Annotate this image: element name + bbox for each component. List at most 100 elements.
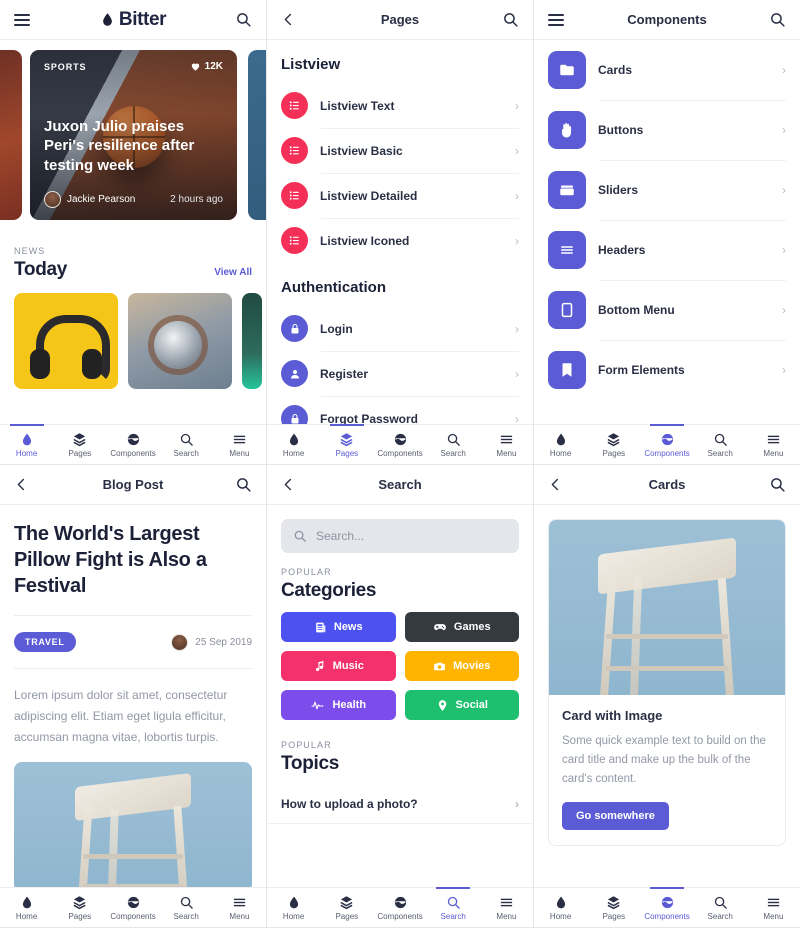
nav-item-home[interactable]: Home bbox=[267, 888, 320, 927]
category-games[interactable]: Games bbox=[404, 612, 519, 642]
list-item-login[interactable]: Login › bbox=[267, 306, 533, 351]
thumbnail-headphones-silver[interactable] bbox=[128, 293, 232, 389]
list-item-label: Forgot Password bbox=[320, 411, 419, 425]
nav-item-components[interactable]: Components bbox=[106, 888, 159, 927]
nav-item-home[interactable]: Home bbox=[0, 424, 53, 464]
nav-item-home[interactable]: Home bbox=[534, 425, 587, 464]
nav-item-components[interactable]: Components bbox=[106, 425, 159, 464]
list-item-bottom-menu[interactable]: Bottom Menu › bbox=[534, 280, 800, 340]
nav-item-pages[interactable]: Pages bbox=[320, 888, 373, 927]
back-chevron-icon[interactable] bbox=[14, 477, 29, 492]
nav-label: Menu bbox=[763, 448, 784, 458]
list-item-label: Listview Text bbox=[320, 98, 395, 113]
list-item-listview-detailed[interactable]: Listview Detailed › bbox=[267, 173, 533, 218]
list-item-label: Bottom Menu bbox=[598, 303, 675, 317]
search-icon[interactable] bbox=[235, 476, 252, 493]
cards-body: Card with Image Some quick example text … bbox=[534, 505, 800, 887]
nav-item-components[interactable]: Components bbox=[373, 888, 426, 927]
droplet-icon bbox=[289, 896, 298, 908]
list-icon bbox=[281, 182, 308, 209]
topic-item-upload-photo[interactable]: How to upload a photo? › bbox=[267, 785, 533, 824]
heart-icon bbox=[191, 63, 199, 71]
panel-home: Bitter SPORTS 12K Juxon Julio praises Pe… bbox=[0, 0, 267, 465]
category-health[interactable]: Health bbox=[281, 690, 396, 720]
thumbnail-headphones-yellow[interactable] bbox=[14, 293, 118, 389]
menu-icon bbox=[233, 435, 246, 443]
nav-label: Menu bbox=[496, 911, 517, 921]
nav-item-search[interactable]: Search bbox=[694, 888, 747, 927]
panel-blog-post: Blog Post The World's Largest Pillow Fig… bbox=[0, 465, 267, 928]
search-icon[interactable] bbox=[502, 11, 519, 28]
list-item-register[interactable]: Register › bbox=[267, 351, 533, 396]
back-chevron-icon[interactable] bbox=[548, 477, 563, 492]
back-chevron-icon[interactable] bbox=[281, 12, 296, 27]
brand-name: Bitter bbox=[118, 8, 167, 30]
featured-carousel[interactable]: SPORTS 12K Juxon Julio praises Peri's re… bbox=[0, 50, 266, 228]
nav-item-menu[interactable]: Menu bbox=[213, 425, 266, 464]
nav-item-components[interactable]: Components bbox=[640, 887, 693, 927]
view-all-link[interactable]: View All bbox=[214, 267, 252, 281]
category-news[interactable]: News bbox=[281, 612, 396, 642]
list-item-sliders[interactable]: Sliders › bbox=[534, 160, 800, 220]
nav-item-menu[interactable]: Menu bbox=[480, 888, 533, 927]
carousel-card-next[interactable] bbox=[248, 50, 266, 220]
nav-label: Components bbox=[644, 448, 690, 458]
nav-item-search[interactable]: Search bbox=[160, 425, 213, 464]
category-badge[interactable]: TRAVEL bbox=[14, 632, 76, 652]
nav-item-pages[interactable]: Pages bbox=[320, 424, 373, 464]
category-label: News bbox=[333, 621, 363, 633]
nav-label: Pages bbox=[602, 448, 626, 458]
components-icon bbox=[661, 433, 673, 445]
home-body: SPORTS 12K Juxon Julio praises Peri's re… bbox=[0, 40, 266, 424]
list-item-headers[interactable]: Headers › bbox=[534, 220, 800, 280]
card-image bbox=[549, 520, 785, 695]
go-somewhere-button[interactable]: Go somewhere bbox=[562, 801, 669, 830]
list-item-forgot-password[interactable]: Forgot Password › bbox=[267, 396, 533, 424]
hamburger-icon[interactable] bbox=[14, 11, 30, 29]
nav-item-menu[interactable]: Menu bbox=[747, 425, 800, 464]
list-item-cards[interactable]: Cards › bbox=[534, 40, 800, 100]
topics-kicker: POPULAR bbox=[281, 740, 332, 750]
hamburger-icon[interactable] bbox=[548, 11, 564, 29]
tablet-icon bbox=[548, 291, 586, 329]
nav-item-home[interactable]: Home bbox=[534, 888, 587, 927]
list-item-buttons[interactable]: Buttons › bbox=[534, 100, 800, 160]
nav-item-pages[interactable]: Pages bbox=[53, 888, 106, 927]
group-title-listview: Listview bbox=[281, 56, 341, 73]
nav-item-search[interactable]: Search bbox=[694, 425, 747, 464]
nav-item-menu[interactable]: Menu bbox=[747, 888, 800, 927]
nav-item-home[interactable]: Home bbox=[267, 425, 320, 464]
featured-likes-count: 12K bbox=[204, 61, 223, 72]
list-item-listview-iconed[interactable]: Listview Iconed › bbox=[267, 218, 533, 263]
carousel-card-prev[interactable] bbox=[0, 50, 22, 220]
nav-item-components[interactable]: Components bbox=[373, 425, 426, 464]
nav-item-components[interactable]: Components bbox=[640, 424, 693, 464]
nav-item-menu[interactable]: Menu bbox=[480, 425, 533, 464]
nav-item-search[interactable]: Search bbox=[427, 887, 480, 927]
menu-icon bbox=[500, 435, 513, 443]
menu-icon bbox=[767, 435, 780, 443]
nav-item-search[interactable]: Search bbox=[160, 888, 213, 927]
thumbnail-green[interactable] bbox=[242, 293, 262, 389]
search-icon[interactable] bbox=[769, 11, 786, 28]
nav-item-search[interactable]: Search bbox=[427, 425, 480, 464]
list-item-form-elements[interactable]: Form Elements › bbox=[534, 340, 800, 400]
category-movies[interactable]: Movies bbox=[404, 651, 519, 681]
list-item-listview-text[interactable]: Listview Text › bbox=[267, 83, 533, 128]
back-chevron-icon[interactable] bbox=[281, 477, 296, 492]
search-input[interactable]: Search... bbox=[281, 519, 519, 553]
search-icon[interactable] bbox=[769, 476, 786, 493]
today-kicker: NEWS bbox=[14, 246, 46, 256]
category-music[interactable]: Music bbox=[281, 651, 396, 681]
nav-item-menu[interactable]: Menu bbox=[213, 888, 266, 927]
bottom-nav-pages: Home Pages Components Search Menu bbox=[267, 424, 533, 464]
featured-card[interactable]: SPORTS 12K Juxon Julio praises Peri's re… bbox=[30, 50, 237, 220]
nav-item-pages[interactable]: Pages bbox=[53, 425, 106, 464]
search-icon[interactable] bbox=[235, 11, 252, 28]
nav-item-home[interactable]: Home bbox=[0, 888, 53, 927]
category-social[interactable]: Social bbox=[404, 690, 519, 720]
nav-item-pages[interactable]: Pages bbox=[587, 888, 640, 927]
nav-item-pages[interactable]: Pages bbox=[587, 425, 640, 464]
category-label: Health bbox=[332, 699, 367, 711]
list-item-listview-basic[interactable]: Listview Basic › bbox=[267, 128, 533, 173]
